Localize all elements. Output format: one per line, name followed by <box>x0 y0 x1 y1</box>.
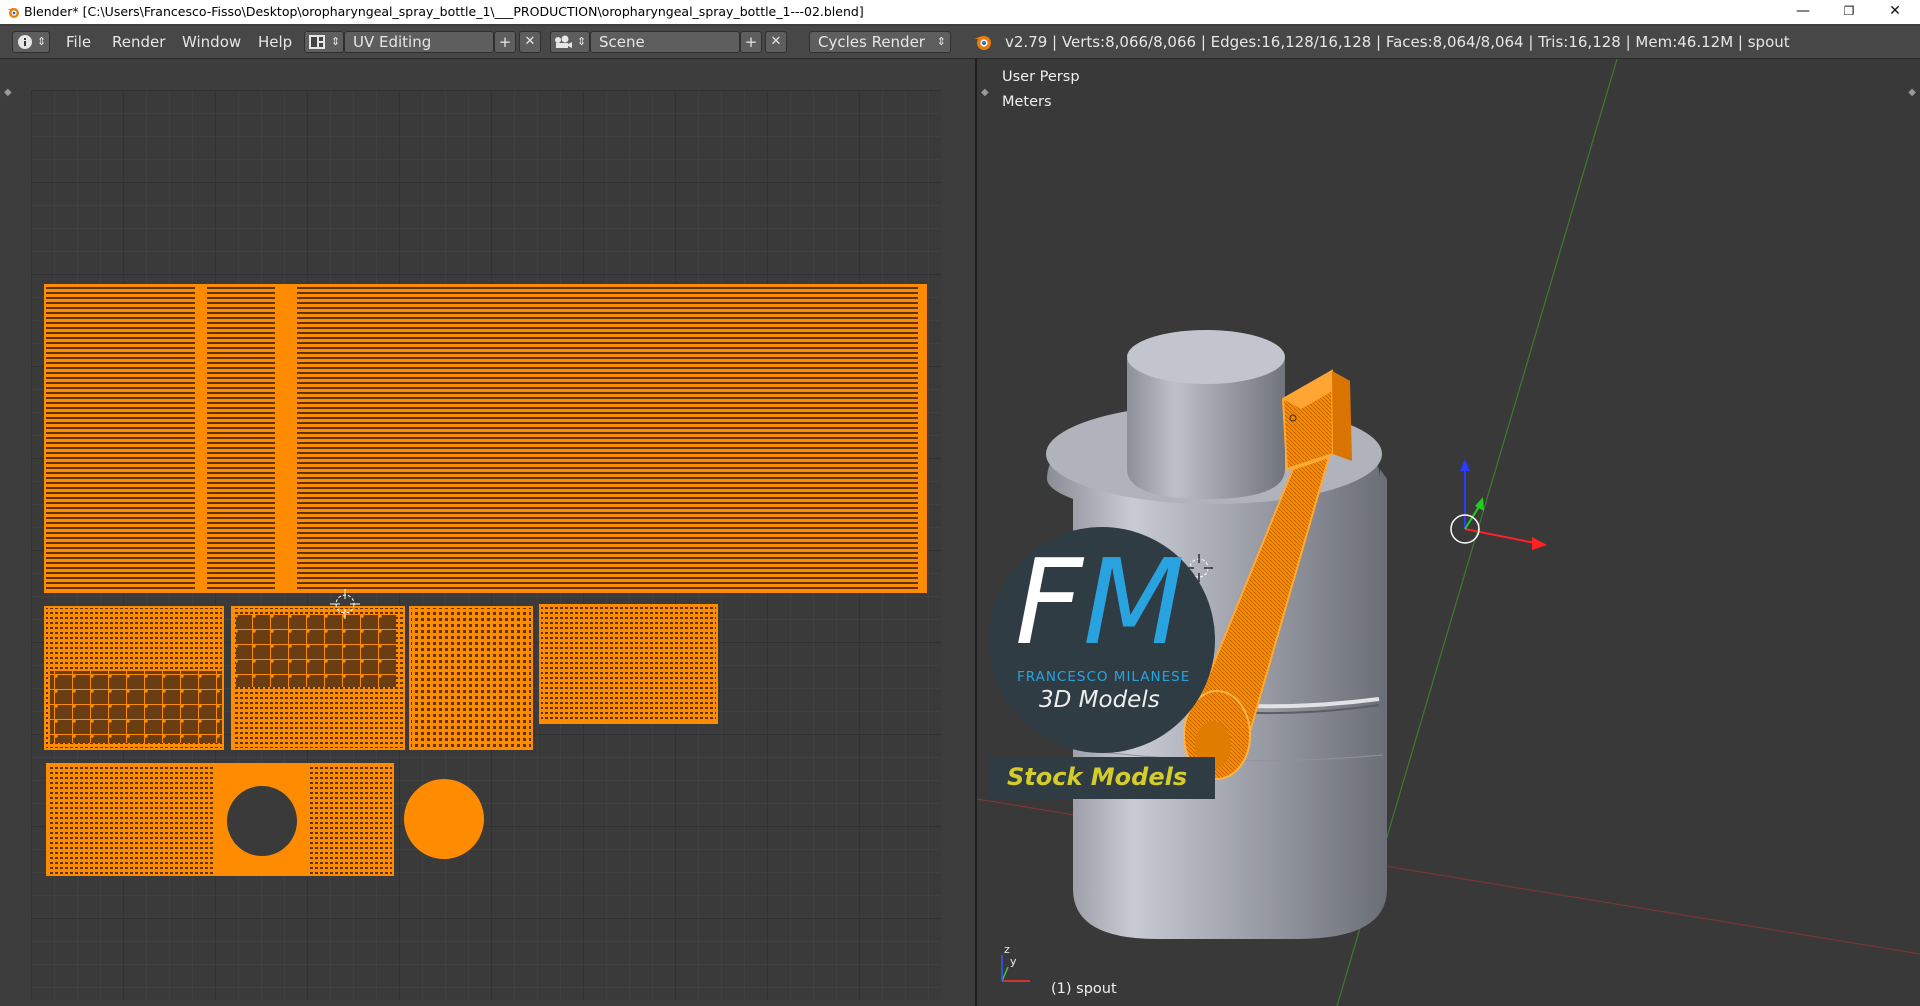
screen-layout-icon <box>309 35 325 49</box>
remove-scene-button[interactable]: ✕ <box>765 31 787 53</box>
window-title-bar: Blender* [C:\Users\Francesco-Fisso\Deskt… <box>0 0 1920 24</box>
blender-logo-icon <box>974 36 991 50</box>
uv-image-editor[interactable]: ◆ <box>0 59 977 1006</box>
stock-models-banner: Stock Models <box>990 757 1215 799</box>
view-axis-gizmo: y z <box>1001 943 1030 982</box>
scene-dropdown-icon: ⇕ <box>577 35 587 48</box>
window-title: Blender* [C:\Users\Francesco-Fisso\Deskt… <box>24 4 864 19</box>
uv-island-tube[interactable] <box>409 606 533 750</box>
selected-object-label: (1) spout <box>1051 981 1117 997</box>
logo-name: FRANCESCO MILANESE <box>1017 669 1191 685</box>
transform-manipulator-icon[interactable] <box>1450 459 1547 550</box>
add-scene-button[interactable]: + <box>740 31 762 53</box>
fm-watermark-logo: F M FRANCESCO MILANESE 3D Models <box>989 527 1215 753</box>
add-screen-layout-button[interactable]: + <box>494 31 516 53</box>
editor-type-button[interactable]: ⇕ <box>12 31 50 53</box>
remove-screen-layout-button[interactable]: ✕ <box>519 31 541 53</box>
uv-canvas[interactable] <box>0 59 977 1006</box>
render-engine-label: Cycles Render <box>818 33 925 51</box>
screen-layout-dropdown-icon: ⇕ <box>331 35 341 48</box>
stock-models-label: Stock Models <box>1007 763 1188 791</box>
menu-render[interactable]: Render <box>112 33 165 51</box>
menu-window[interactable]: Window <box>182 33 241 51</box>
scene-field[interactable]: Scene <box>590 31 740 53</box>
3d-viewport[interactable]: ◆ ◆ User Persp Meters y z F M FRANCESCO … <box>977 59 1920 1006</box>
logo-letter-f: F <box>1015 533 1083 671</box>
menu-file[interactable]: File <box>66 33 91 51</box>
uv-island-ring[interactable] <box>46 763 394 876</box>
blender-logo-icon <box>7 8 19 18</box>
axis-z-label: z <box>1004 943 1010 956</box>
screen-layout-field[interactable]: UV Editing <box>344 31 494 53</box>
screen-layout-browse-button[interactable]: ⇕ <box>304 31 344 53</box>
info-editor-icon <box>18 35 32 49</box>
uv-island-spout[interactable] <box>539 604 718 724</box>
scene-browse-button[interactable]: ⇕ <box>550 31 590 53</box>
maximize-button[interactable]: ❐ <box>1826 0 1872 24</box>
uv-island-bottle-body[interactable] <box>44 284 927 593</box>
uv-island-cap[interactable] <box>44 606 224 750</box>
scene-statistics: v2.79 | Verts:8,066/8,066 | Edges:16,128… <box>1005 33 1790 51</box>
menu-help[interactable]: Help <box>258 33 292 51</box>
editor-type-dropdown-icon: ⇕ <box>37 35 47 48</box>
minimize-button[interactable]: — <box>1780 0 1826 24</box>
close-button[interactable]: ✕ <box>1872 0 1918 24</box>
render-engine-dropdown-icon: ⇕ <box>936 35 946 48</box>
uv-island-nozzle[interactable] <box>231 606 405 750</box>
logo-letter-m: M <box>1083 533 1185 671</box>
render-engine-select[interactable]: Cycles Render ⇕ <box>809 31 951 53</box>
info-header: ⇕ File Render Window Help ⇕ UV Editing +… <box>0 26 1920 59</box>
logo-tagline: 3D Models <box>1039 687 1160 713</box>
scene-icon <box>555 35 572 48</box>
axis-y-label: y <box>1010 955 1017 968</box>
uv-island-disc[interactable] <box>404 779 484 859</box>
